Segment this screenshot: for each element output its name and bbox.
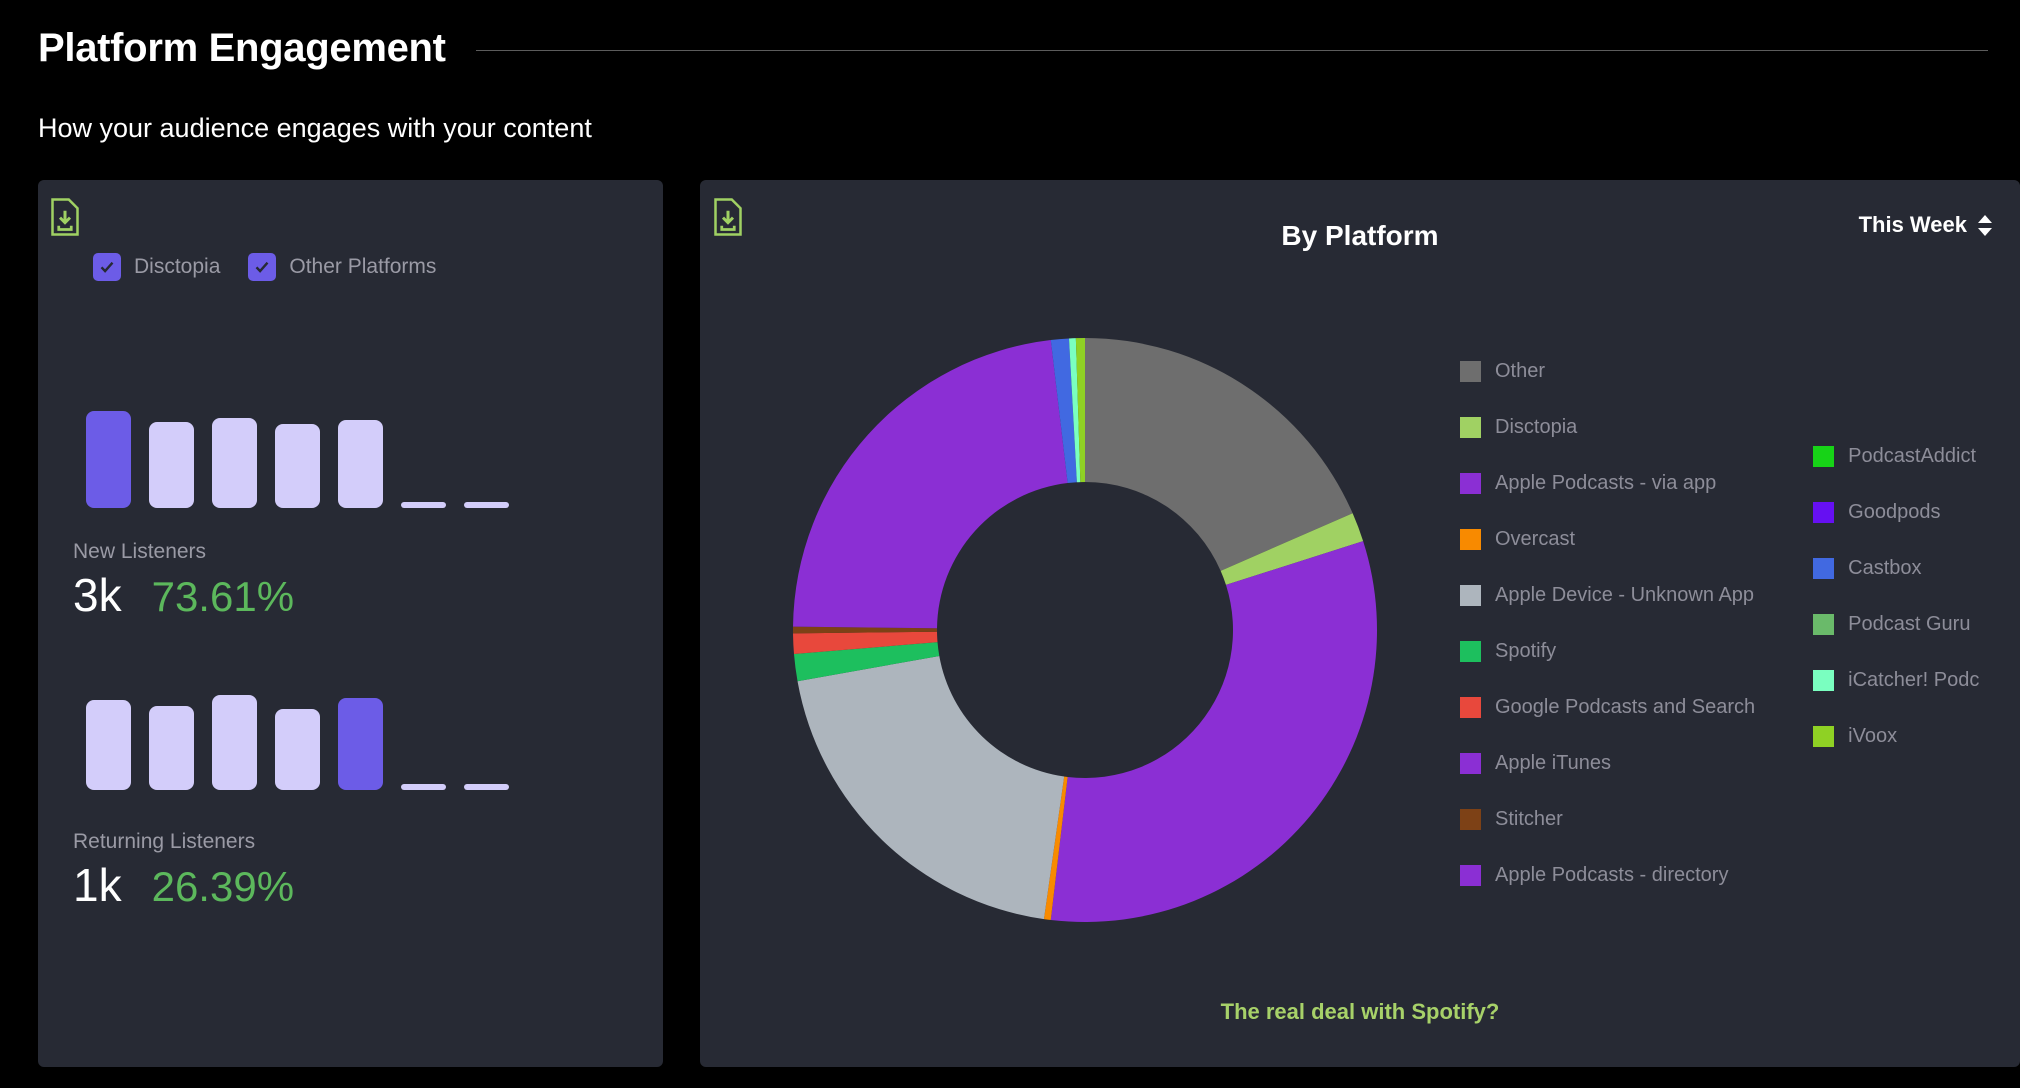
legend-item[interactable]: Disctopia — [1460, 416, 1755, 439]
bar[interactable] — [464, 502, 509, 508]
legend-swatch-icon — [1460, 585, 1481, 606]
returning-listeners-stat: Returning Listeners 1k 26.39% — [73, 830, 294, 912]
returning-listeners-percent: 26.39% — [151, 863, 295, 910]
legend-swatch-icon — [1813, 446, 1835, 467]
bar[interactable] — [149, 422, 194, 508]
legend-column-2: PodcastAddict Goodpods Castbox Podcast Guru… — [1813, 445, 2013, 887]
checkbox-label-other-platforms: Other Platforms — [289, 255, 437, 278]
bar[interactable] — [212, 695, 257, 790]
legend-label: Castbox — [1848, 557, 1922, 579]
new-listeners-percent: 73.61% — [151, 573, 295, 620]
legend-label: Podcast Guru — [1848, 613, 1971, 635]
legend-item[interactable]: Other — [1460, 360, 1755, 383]
legend-item[interactable]: PodcastAddict — [1813, 445, 2013, 468]
legend-swatch-icon — [1813, 502, 1835, 523]
new-listeners-value: 3k — [73, 569, 122, 621]
legend-item[interactable]: Overcast — [1460, 528, 1755, 551]
legend-item[interactable]: Spotify — [1460, 640, 1755, 663]
page-subtitle: How your audience engages with your cont… — [38, 113, 592, 143]
checkbox-checked-icon[interactable] — [248, 253, 277, 281]
legend-swatch-icon — [1813, 558, 1835, 579]
dashboard-page: Platform Engagement How your audience en… — [0, 0, 2020, 1088]
bar[interactable] — [275, 424, 320, 508]
bar[interactable] — [401, 502, 446, 508]
legend-swatch-icon — [1813, 614, 1835, 635]
legend-label: Stitcher — [1495, 808, 1563, 830]
checkbox-disctopia[interactable]: Disctopia — [93, 253, 220, 281]
bar[interactable] — [338, 420, 383, 508]
spotify-promo-link[interactable]: The real deal with Spotify? — [700, 999, 2020, 1025]
legend-swatch-icon — [1460, 529, 1481, 550]
bar[interactable] — [149, 706, 194, 790]
legend-swatch-icon — [1460, 753, 1481, 774]
legend-item[interactable]: Podcast Guru — [1813, 613, 2013, 636]
legend-swatch-icon — [1460, 361, 1481, 382]
bar[interactable] — [338, 697, 383, 790]
legend-label: Apple iTunes — [1495, 752, 1611, 774]
new-listeners-bar-chart — [86, 398, 509, 508]
by-platform-panel: This Week By Platform Other Disctopia Appl… — [700, 180, 2020, 1067]
legend-swatch-icon — [1460, 473, 1481, 494]
legend-label: iVoox — [1848, 725, 1898, 747]
legend-column-1: Other Disctopia Apple Podcasts - via app Ov… — [1460, 360, 1755, 887]
legend-item[interactable]: Stitcher — [1460, 808, 1755, 831]
donut-slice[interactable] — [797, 655, 1065, 920]
donut-slice[interactable] — [793, 340, 1068, 629]
legend-label: iCatcher! Podc — [1848, 669, 1980, 691]
listeners-panel — [38, 180, 663, 1067]
legend-label: Overcast — [1495, 528, 1576, 550]
bar[interactable] — [86, 699, 131, 790]
legend-label: Apple Device - Unknown App — [1495, 584, 1755, 606]
legend-swatch-icon — [1460, 697, 1481, 718]
header-divider — [475, 49, 1988, 51]
legend-label: Apple Podcasts - directory — [1495, 864, 1729, 886]
legend-swatch-icon — [1460, 865, 1481, 886]
platform-donut-chart[interactable] — [785, 330, 1385, 935]
legend-swatch-icon — [1813, 726, 1835, 747]
legend-label: Google Podcasts and Search — [1495, 696, 1756, 718]
legend-item[interactable]: Apple Podcasts - directory — [1460, 864, 1755, 887]
legend-item[interactable]: iVoox — [1813, 725, 2013, 748]
legend-item[interactable]: iCatcher! Podc — [1813, 669, 2013, 692]
legend-label: Apple Podcasts - via app — [1495, 472, 1717, 494]
page-header: Platform Engagement — [38, 22, 1988, 74]
bar[interactable] — [275, 708, 320, 790]
legend-label: Spotify — [1495, 640, 1557, 662]
legend-item[interactable]: Apple Device - Unknown App — [1460, 584, 1755, 607]
chart-title: By Platform — [1281, 220, 1439, 251]
series-toggles: Disctopia Other Platforms — [93, 253, 436, 281]
legend-swatch-icon — [1460, 641, 1481, 662]
bar[interactable] — [401, 784, 446, 790]
platform-legend: Other Disctopia Apple Podcasts - via app Ov… — [1460, 360, 2013, 887]
checkbox-checked-icon[interactable] — [93, 253, 121, 281]
legend-swatch-icon — [1460, 809, 1481, 830]
legend-swatch-icon — [1813, 670, 1835, 691]
bar[interactable] — [86, 411, 131, 508]
file-download-icon[interactable] — [50, 198, 80, 241]
page-title: Platform Engagement — [38, 25, 446, 70]
returning-listeners-bar-chart — [86, 680, 509, 790]
bar[interactable] — [464, 784, 509, 790]
returning-listeners-label: Returning Listeners — [73, 830, 256, 853]
legend-label: PodcastAddict — [1848, 445, 1977, 467]
legend-label: Goodpods — [1848, 501, 1941, 523]
new-listeners-stat: New Listeners 3k 73.61% — [73, 540, 294, 622]
legend-item[interactable]: Apple Podcasts - via app — [1460, 472, 1755, 495]
legend-item[interactable]: Castbox — [1813, 557, 2013, 580]
legend-item[interactable]: Apple iTunes — [1460, 752, 1755, 775]
legend-item[interactable]: Google Podcasts and Search — [1460, 696, 1755, 719]
legend-swatch-icon — [1460, 417, 1481, 438]
new-listeners-label: New Listeners — [73, 540, 207, 563]
checkbox-label-disctopia: Disctopia — [134, 255, 221, 278]
legend-item[interactable]: Goodpods — [1813, 501, 2013, 524]
bar[interactable] — [212, 417, 257, 508]
legend-label: Disctopia — [1495, 416, 1578, 438]
donut-slice[interactable] — [1050, 541, 1377, 922]
returning-listeners-value: 1k — [73, 859, 122, 911]
checkbox-other-platforms[interactable]: Other Platforms — [248, 253, 436, 281]
legend-label: Other — [1495, 360, 1546, 382]
